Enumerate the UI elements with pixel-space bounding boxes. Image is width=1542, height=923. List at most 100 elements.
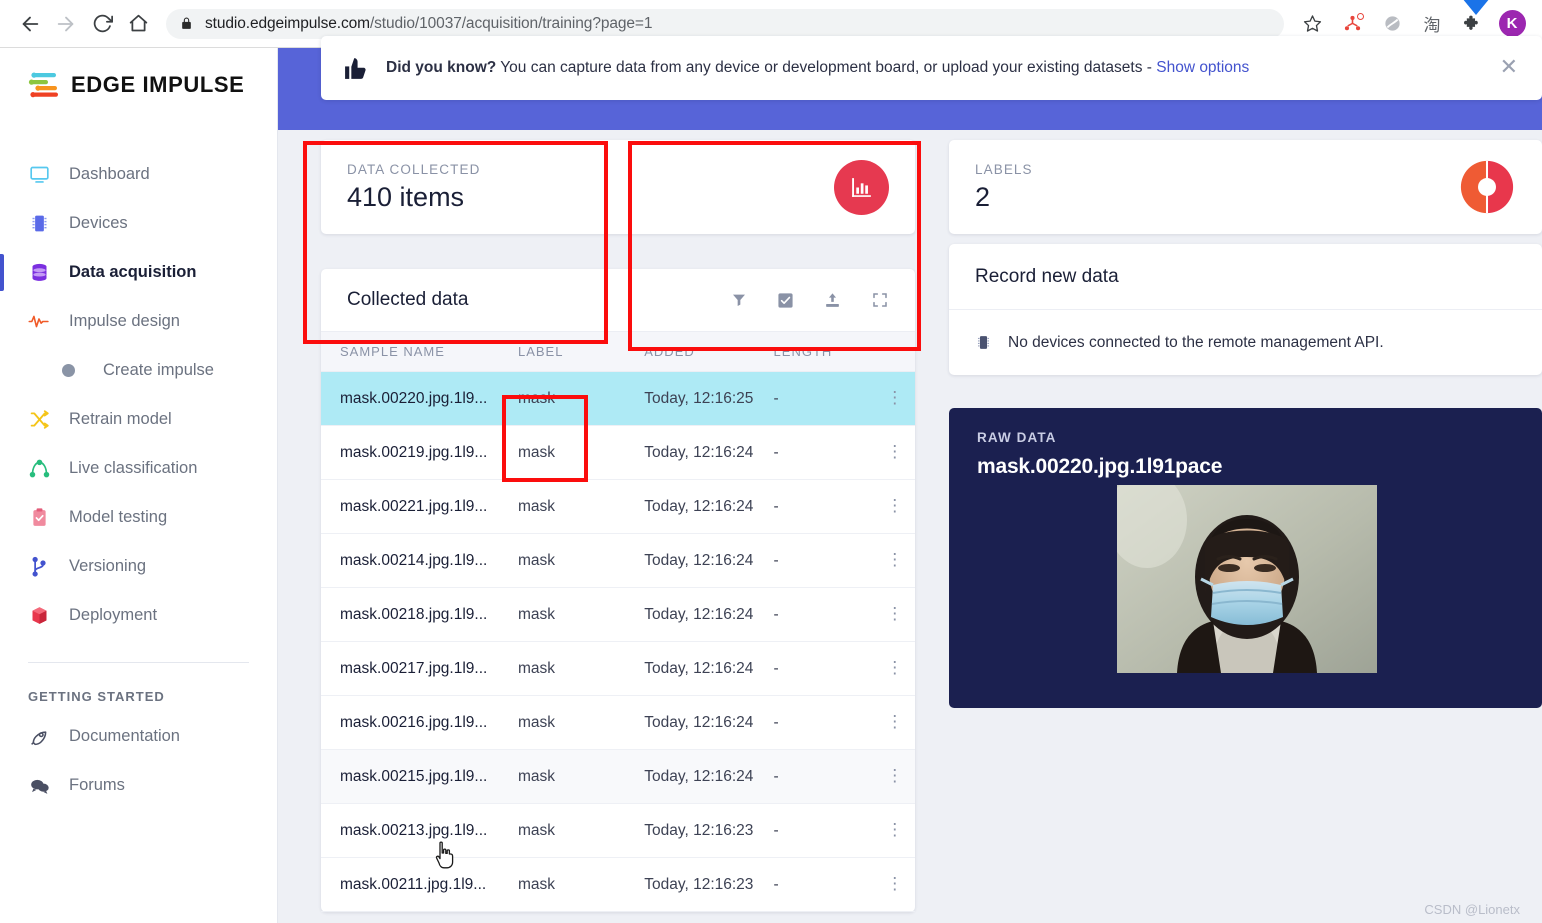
table-row[interactable]: mask.00221.jpg.1l9... mask Today, 12:16:24… xyxy=(321,479,915,534)
table-row[interactable]: mask.00218.jpg.1l9... mask Today, 12:16:24… xyxy=(321,587,915,642)
stat-card-labels: LABELS 2 xyxy=(949,140,1542,234)
cell-label: mask xyxy=(517,803,645,858)
row-menu-button[interactable]: ⋮ xyxy=(874,587,915,642)
record-panel-body: No devices connected to the remote manag… xyxy=(949,310,1542,375)
expand-fullscreen-icon[interactable] xyxy=(870,291,889,310)
sidebar-item-model-testing[interactable]: Model testing xyxy=(0,493,277,542)
cell-label: mask xyxy=(517,587,645,642)
cell-added: Today, 12:16:23 xyxy=(644,803,774,858)
column-header-label[interactable]: LABEL xyxy=(517,331,645,372)
sidebar-item-deployment[interactable]: Deployment xyxy=(0,591,277,640)
sidebar-item-label: Dashboard xyxy=(69,165,150,183)
cell-added: Today, 12:16:24 xyxy=(644,749,774,804)
cell-label: mask xyxy=(517,425,645,480)
sidebar-item-impulse-design[interactable]: Impulse design xyxy=(0,297,277,346)
sidebar-item-label: Model testing xyxy=(69,508,168,526)
cell-added: Today, 12:16:24 xyxy=(644,587,774,642)
avatar-initial: K xyxy=(1498,10,1526,37)
row-menu-button[interactable]: ⋮ xyxy=(874,857,915,912)
vertical-dots-icon: ⋮ xyxy=(886,712,904,731)
cell-label: mask xyxy=(517,749,645,804)
sidebar-item-documentation[interactable]: Documentation xyxy=(0,712,277,761)
column-header-length[interactable]: LENGTH xyxy=(773,331,875,372)
stat-value: 410 items xyxy=(347,181,465,212)
row-menu-button[interactable]: ⋮ xyxy=(874,533,915,588)
row-menu-button[interactable]: ⋮ xyxy=(874,371,915,426)
cell-sample-name[interactable]: mask.00218.jpg.1l9... xyxy=(321,587,518,642)
did-you-know-banner: Did you know? You can capture data from … xyxy=(321,36,1542,100)
table-row[interactable]: mask.00213.jpg.1l9... mask Today, 12:16:23… xyxy=(321,803,915,858)
sidebar-item-forums[interactable]: Forums xyxy=(0,761,277,810)
column-header-actions xyxy=(874,331,915,372)
show-options-link[interactable]: Show options xyxy=(1156,59,1249,76)
address-bar[interactable]: studio.edgeimpulse.com/studio/10037/acqu… xyxy=(166,8,1284,39)
table-row[interactable]: mask.00220.jpg.1l9... mask Today, 12:16:25… xyxy=(321,371,915,426)
column-header-added[interactable]: ADDED xyxy=(644,331,774,372)
table-row[interactable]: mask.00216.jpg.1l9... mask Today, 12:16:24… xyxy=(321,695,915,750)
cell-length: - xyxy=(773,695,875,750)
tab-indicator-marker xyxy=(1462,0,1490,15)
table-row[interactable]: mask.00211.jpg.1l9... mask Today, 12:16:23… xyxy=(321,857,915,912)
thumbs-up-icon xyxy=(345,57,366,79)
collected-data-table: SAMPLE NAME LABEL ADDED LENGTH mask.0022… xyxy=(321,331,915,912)
cell-sample-name[interactable]: mask.00214.jpg.1l9... xyxy=(321,533,518,588)
brand-logo[interactable]: EDGE IMPULSE xyxy=(0,48,277,100)
cell-length: - xyxy=(773,641,875,696)
back-arrow-icon[interactable] xyxy=(12,6,48,42)
row-menu-button[interactable]: ⋮ xyxy=(874,749,915,804)
sidebar-item-live-classification[interactable]: Live classification xyxy=(0,444,277,493)
row-menu-button[interactable]: ⋮ xyxy=(874,479,915,534)
banner-body: You can capture data from any device or … xyxy=(496,59,1157,76)
page-content: DATA COLLECTED 410 items Collected data xyxy=(278,130,1542,923)
database-icon xyxy=(28,262,50,284)
cell-sample-name[interactable]: mask.00219.jpg.1l9... xyxy=(321,425,518,480)
table-row[interactable]: mask.00214.jpg.1l9... mask Today, 12:16:24… xyxy=(321,533,915,588)
sidebar-item-dashboard[interactable]: Dashboard xyxy=(0,150,277,199)
sidebar-nav: Dashboard Devices Data acquisition Impul… xyxy=(0,150,277,640)
cell-sample-name[interactable]: mask.00215.jpg.1l9... xyxy=(321,749,518,804)
filter-icon[interactable] xyxy=(729,291,748,310)
cell-sample-name[interactable]: mask.00220.jpg.1l9... xyxy=(321,371,518,426)
cell-sample-name[interactable]: mask.00213.jpg.1l9... xyxy=(321,803,518,858)
vertical-dots-icon: ⋮ xyxy=(886,550,904,569)
cell-sample-name[interactable]: mask.00221.jpg.1l9... xyxy=(321,479,518,534)
table-row[interactable]: mask.00219.jpg.1l9... mask Today, 12:16:24… xyxy=(321,425,915,480)
cell-length: - xyxy=(773,857,875,912)
forward-arrow-icon[interactable] xyxy=(48,6,84,42)
column-header-sample-name[interactable]: SAMPLE NAME xyxy=(321,331,518,372)
row-menu-button[interactable]: ⋮ xyxy=(874,425,915,480)
cell-added: Today, 12:16:24 xyxy=(644,641,774,696)
cell-sample-name[interactable]: mask.00211.jpg.1l9... xyxy=(321,857,518,912)
edge-impulse-logo-icon xyxy=(28,72,58,98)
select-checkbox-icon[interactable] xyxy=(776,291,795,310)
row-menu-button[interactable]: ⋮ xyxy=(874,695,915,750)
home-icon[interactable] xyxy=(120,6,156,42)
cell-label: mask xyxy=(517,371,645,426)
cell-label: mask xyxy=(517,533,645,588)
sidebar-item-retrain-model[interactable]: Retrain model xyxy=(0,395,277,444)
sidebar-item-create-impulse[interactable]: Create impulse xyxy=(0,346,277,395)
cell-added: Today, 12:16:24 xyxy=(644,425,774,480)
row-menu-button[interactable]: ⋮ xyxy=(874,641,915,696)
donut-chart-icon xyxy=(1460,160,1514,214)
close-icon[interactable]: ✕ xyxy=(1500,56,1518,78)
sidebar-item-devices[interactable]: Devices xyxy=(0,199,277,248)
raw-data-panel: RAW DATA mask.00220.jpg.1l91pace xyxy=(949,408,1542,708)
sidebar-item-data-acquisition[interactable]: Data acquisition xyxy=(0,248,277,297)
sample-image-preview[interactable] xyxy=(1117,485,1377,673)
table-row[interactable]: mask.00217.jpg.1l9... mask Today, 12:16:24… xyxy=(321,641,915,696)
upload-icon[interactable] xyxy=(823,291,842,310)
cell-sample-name[interactable]: mask.00216.jpg.1l9... xyxy=(321,695,518,750)
stat-label: DATA COLLECTED xyxy=(347,161,481,177)
vertical-dots-icon: ⋮ xyxy=(886,442,904,461)
sidebar-item-versioning[interactable]: Versioning xyxy=(0,542,277,591)
reload-icon[interactable] xyxy=(84,6,120,42)
vertical-dots-icon: ⋮ xyxy=(886,496,904,515)
brand-name: EDGE IMPULSE xyxy=(71,72,245,97)
cell-sample-name[interactable]: mask.00217.jpg.1l9... xyxy=(321,641,518,696)
cell-length: - xyxy=(773,587,875,642)
cell-label: mask xyxy=(517,857,645,912)
cell-length: - xyxy=(773,749,875,804)
row-menu-button[interactable]: ⋮ xyxy=(874,803,915,858)
table-row[interactable]: mask.00215.jpg.1l9... mask Today, 12:16:24… xyxy=(321,749,915,804)
